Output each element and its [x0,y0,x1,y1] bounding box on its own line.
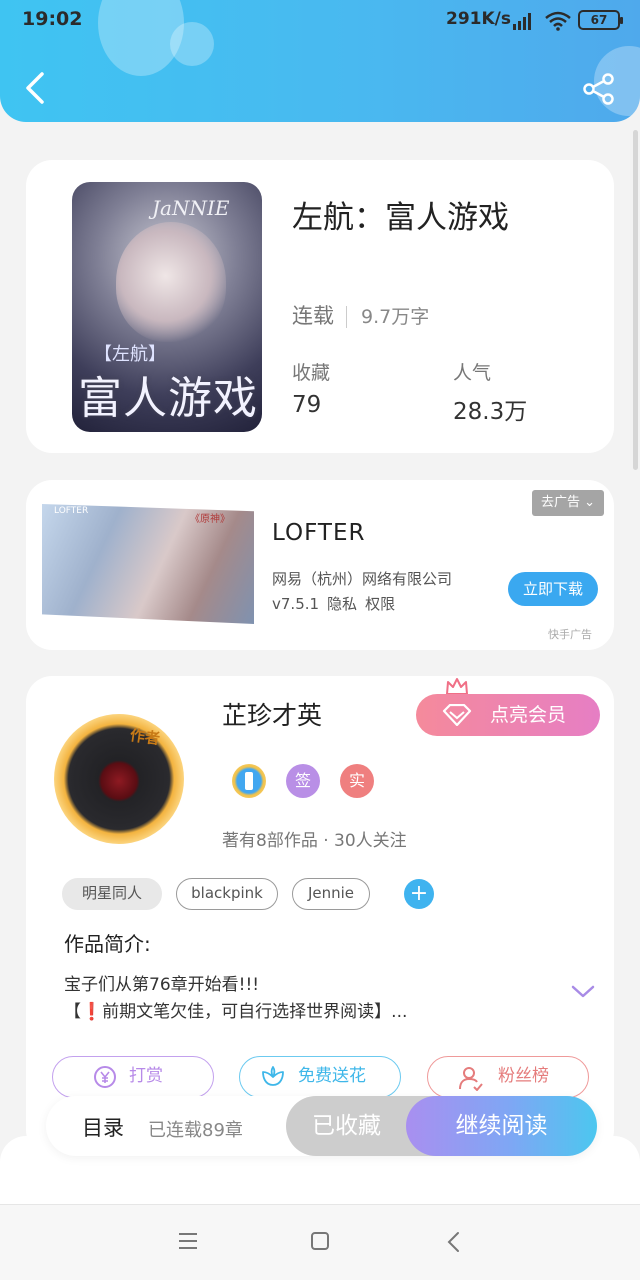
wifi-icon [545,11,571,31]
fan-ranking-button[interactable]: 粉丝榜 [427,1056,589,1098]
favorites-label: 收藏 [292,362,331,384]
chevron-down-icon[interactable] [570,984,596,1000]
menu-icon[interactable] [178,1231,198,1251]
add-tag-button[interactable]: + [404,879,434,909]
tag-chip[interactable]: blackpink [176,878,278,910]
share-icon[interactable] [582,72,616,106]
diamond-icon [442,704,472,726]
chapter-status[interactable]: 已连载89章 [148,1116,243,1142]
rose-icon [98,760,140,802]
intro-line: 【❗前期文笔欠佳，可自行选择世界阅读】... [64,1002,408,1022]
ad-permissions-link[interactable]: 权限 [365,595,395,613]
author-card: 作者 芷珍才英 点亮会员 签 实 著有8部作品 · 30人关注 明星同人 bla… [26,676,614,1156]
author-name[interactable]: 芷珍才英 [222,696,322,732]
avatar-author-label: 作者 [128,725,162,748]
battery-indicator: 67 [578,10,623,30]
signed-badge: 签 [286,764,320,798]
chevron-down-icon: ⌄ [584,495,596,510]
ad-source: 快手广告 [548,628,592,641]
ad-version: v7.5.1 [272,595,320,613]
send-flower-label: 免费送花 [298,1066,366,1086]
bottom-action-bar: 目录 已连载89章 已收藏 继续阅读 [46,1096,597,1156]
fan-ranking-label: 粉丝榜 [498,1066,549,1086]
book-title: 左航：富人游戏 [292,200,509,236]
header: 19:02 291K/s 67 [0,0,640,122]
ad-company: 网易（杭州）网络有限公司 [272,570,453,588]
intro-line: 宝子们从第76章开始看!!! [64,975,260,995]
intro-heading: 作品简介: [64,932,151,956]
cover-art [116,222,226,342]
ad-image[interactable]: LOFTER 《原神》 [42,504,254,624]
book-info-card: JaNNIE 【左航】 富人游戏 左航：富人游戏 连载 9.7万字 收藏 79 人… [26,160,614,453]
verified-badge: 实 [340,764,374,798]
cover-signature: JaNNIE [152,196,230,220]
intro-text: 宝子们从第76章开始看!!! 【❗前期文笔欠佳，可自行选择世界阅读】... [64,972,534,1026]
ad-download-button[interactable]: 立即下载 [508,572,598,606]
home-icon[interactable] [310,1231,330,1251]
plus-icon: + [409,881,429,906]
toc-button[interactable]: 目录 [82,1112,124,1142]
phone-verified-badge-icon [232,764,266,798]
favorites-value: 79 [292,392,322,418]
remove-ad-button[interactable]: 去广告 ⌄ [532,490,604,516]
back-icon[interactable] [446,1231,462,1253]
tip-label: 打赏 [129,1066,163,1086]
flower-icon [262,1066,284,1086]
book-cover[interactable]: JaNNIE 【左航】 富人游戏 [72,182,262,432]
ad-meta: v7.5.1 隐私 权限 [272,593,403,614]
popularity-label: 人气 [453,362,492,384]
ad-image-sub: 《原神》 [190,514,230,525]
ad-image-tag: LOFTER [54,506,89,516]
status-bar: 19:02 291K/s 67 [0,6,640,34]
network-speed: 291K/s [446,9,511,29]
book-status-row: 连载 9.7万字 [292,300,430,330]
system-nav-bar [0,1204,640,1280]
continue-reading-button[interactable]: 继续阅读 [406,1096,597,1156]
signal-icon [513,13,531,30]
tag-chip[interactable]: 明星同人 [62,878,162,910]
tip-button[interactable]: 打赏 [52,1056,214,1098]
send-flower-button[interactable]: 免费送花 [239,1056,401,1098]
crown-icon [446,678,468,695]
popularity-value: 28.3万 [453,399,528,425]
vip-label: 点亮会员 [490,704,567,726]
yen-icon [94,1066,116,1088]
ad-app-name: LOFTER [272,520,366,546]
back-arrow-icon[interactable] [20,70,50,106]
status-time: 19:02 [22,8,83,30]
ad-privacy-link[interactable]: 隐私 [327,595,357,613]
word-count: 9.7万字 [346,306,430,328]
scrollbar[interactable] [633,130,638,470]
ad-card[interactable]: LOFTER 《原神》 LOFTER 网易（杭州）网络有限公司 v7.5.1 隐私… [26,480,614,650]
remove-ad-label: 去广告 [540,495,580,510]
vip-button[interactable]: 点亮会员 [416,694,600,736]
author-avatar[interactable]: 作者 [54,714,184,844]
user-icon [459,1067,483,1091]
tag-chip[interactable]: Jennie [292,878,370,910]
serial-status: 连载 [292,304,334,328]
cover-title: 富人游戏 [78,373,258,424]
author-stats: 著有8部作品 · 30人关注 [222,831,407,851]
